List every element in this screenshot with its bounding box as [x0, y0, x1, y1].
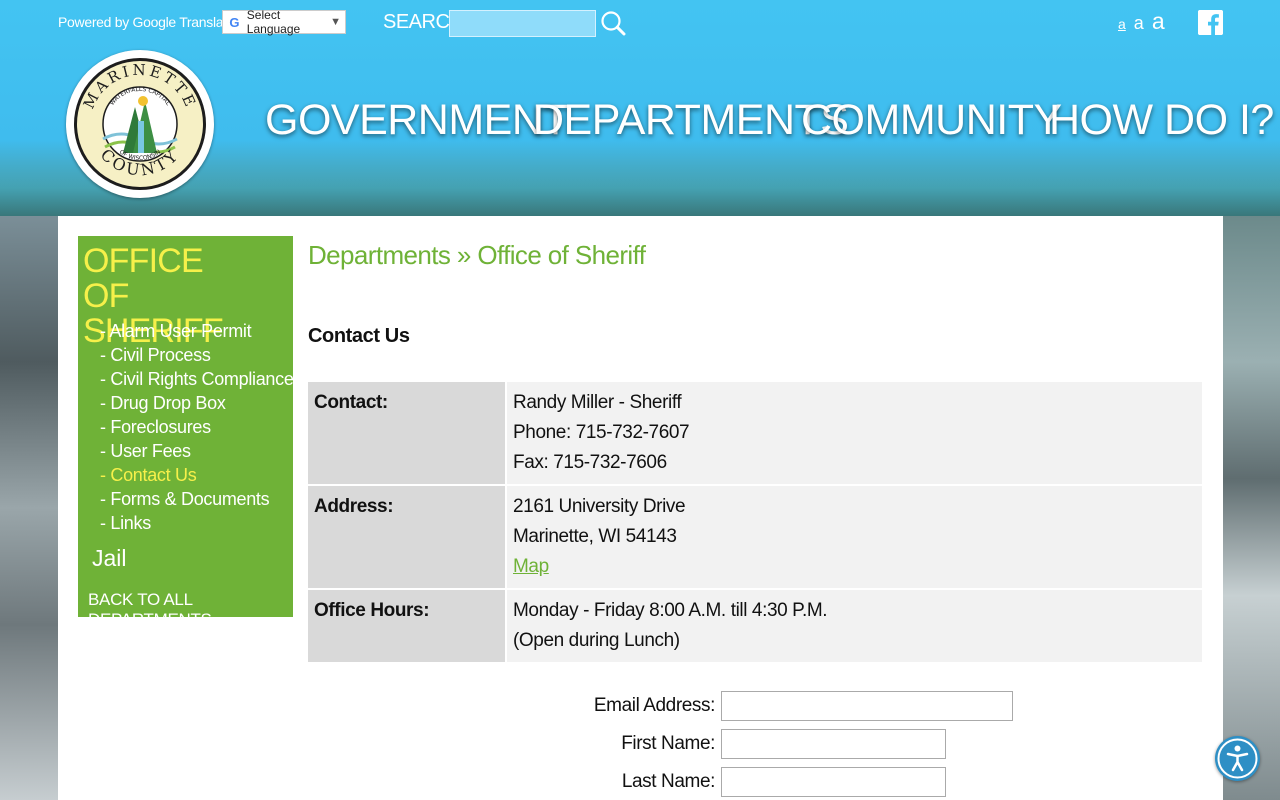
- language-select[interactable]: G Select Language ▼: [222, 8, 346, 36]
- page-title: Contact Us: [308, 325, 410, 347]
- address-value: 2161 University Drive Marinette, WI 5414…: [506, 485, 1202, 590]
- sidebar-item-civil-process[interactable]: - Civil Process: [100, 345, 294, 369]
- sidebar-item-jail[interactable]: Jail: [92, 545, 127, 572]
- first-name-row: First Name:: [560, 729, 946, 759]
- seal-emblem-icon: MARINETTE COUNTY WATERFALLS CAPITAL OF W…: [80, 61, 198, 180]
- back-to-departments-link[interactable]: BACK TO ALL DEPARTMENTS: [88, 590, 293, 630]
- contact-line: Fax: 715-732-7606: [513, 452, 667, 473]
- hours-line: Monday - Friday 8:00 A.M. till 4:30 P.M.: [513, 600, 828, 621]
- sidebar: OFFICE OF SHERIFF - Alarm User Permit - …: [78, 236, 294, 629]
- top-bar: Powered by Google Translate G Select Lan…: [0, 0, 1280, 46]
- sidebar-item-user-fees[interactable]: - User Fees: [100, 441, 294, 465]
- email-field[interactable]: [721, 691, 1013, 721]
- sidebar-item-alarm-user-permit[interactable]: - Alarm User Permit: [100, 321, 294, 345]
- sidebar-item-foreclosures[interactable]: - Foreclosures: [100, 417, 294, 441]
- google-icon: G: [229, 14, 240, 30]
- last-name-label: Last Name:: [621, 771, 716, 792]
- contact-info-table: Contact: Randy Miller - Sheriff Phone: 7…: [308, 382, 1202, 664]
- last-name-field[interactable]: [721, 767, 946, 797]
- nav-community[interactable]: COMMUNITY: [801, 96, 1062, 152]
- sidebar-item-drug-drop-box[interactable]: - Drug Drop Box: [100, 393, 294, 417]
- table-row: Office Hours: Monday - Friday 8:00 A.M. …: [308, 589, 1202, 664]
- background-scene-right: [1222, 216, 1280, 800]
- translate-label: Powered by Google Translate: [58, 14, 235, 30]
- first-name-label: First Name:: [621, 733, 715, 754]
- contact-value: Randy Miller - Sheriff Phone: 715-732-76…: [506, 382, 1202, 486]
- table-row: Contact: Randy Miller - Sheriff Phone: 7…: [308, 382, 1202, 486]
- email-row: Email Address:: [560, 691, 1013, 721]
- accessibility-button[interactable]: [1215, 736, 1260, 781]
- first-name-field[interactable]: [721, 729, 946, 759]
- breadcrumb[interactable]: Departments » Office of Sheriff: [308, 240, 646, 271]
- table-row: Address: 2161 University Drive Marinette…: [308, 485, 1202, 590]
- font-size-small-button[interactable]: a: [1118, 16, 1126, 32]
- office-hours-value: Monday - Friday 8:00 A.M. till 4:30 P.M.…: [506, 589, 1202, 664]
- accessibility-icon: [1217, 738, 1258, 779]
- font-size-controls: a a a: [1118, 8, 1165, 35]
- office-hours-label: Office Hours:: [308, 589, 507, 664]
- background-scene-left: [0, 216, 58, 800]
- email-label: Email Address:: [593, 695, 716, 716]
- search-input[interactable]: [449, 10, 596, 37]
- search-icon[interactable]: [600, 10, 626, 36]
- sidebar-item-civil-rights-compliance[interactable]: - Civil Rights Compliance: [100, 369, 294, 393]
- last-name-row: Last Name:: [560, 767, 946, 797]
- address-line: 2161 University Drive: [513, 496, 686, 517]
- language-select-label: Select Language: [246, 8, 301, 36]
- county-seal-logo[interactable]: MARINETTE COUNTY WATERFALLS CAPITAL OF W…: [66, 50, 214, 198]
- font-size-large-button[interactable]: a: [1152, 8, 1165, 35]
- dropdown-arrow-icon: ▼: [330, 16, 341, 28]
- nav-how-do-i[interactable]: HOW DO I?: [1049, 96, 1274, 152]
- contact-line: Phone: 715-732-7607: [513, 422, 690, 443]
- facebook-icon[interactable]: [1198, 10, 1223, 35]
- contact-label: Contact:: [308, 382, 507, 486]
- sidebar-item-links[interactable]: - Links: [100, 513, 294, 537]
- font-size-medium-button[interactable]: a: [1134, 13, 1144, 34]
- hours-line: (Open during Lunch): [513, 630, 680, 651]
- seal-inner: MARINETTE COUNTY WATERFALLS CAPITAL OF W…: [74, 58, 206, 190]
- sidebar-item-forms-documents[interactable]: - Forms & Documents: [100, 489, 294, 513]
- address-label: Address:: [308, 485, 507, 590]
- sidebar-list: - Alarm User Permit - Civil Process - Ci…: [100, 321, 294, 537]
- contact-line: Randy Miller - Sheriff: [513, 392, 682, 413]
- nav-government[interactable]: GOVERNMENT: [265, 96, 569, 152]
- sidebar-item-contact-us[interactable]: - Contact Us: [100, 465, 294, 489]
- address-line: Marinette, WI 54143: [513, 526, 677, 547]
- map-link[interactable]: Map: [513, 556, 549, 577]
